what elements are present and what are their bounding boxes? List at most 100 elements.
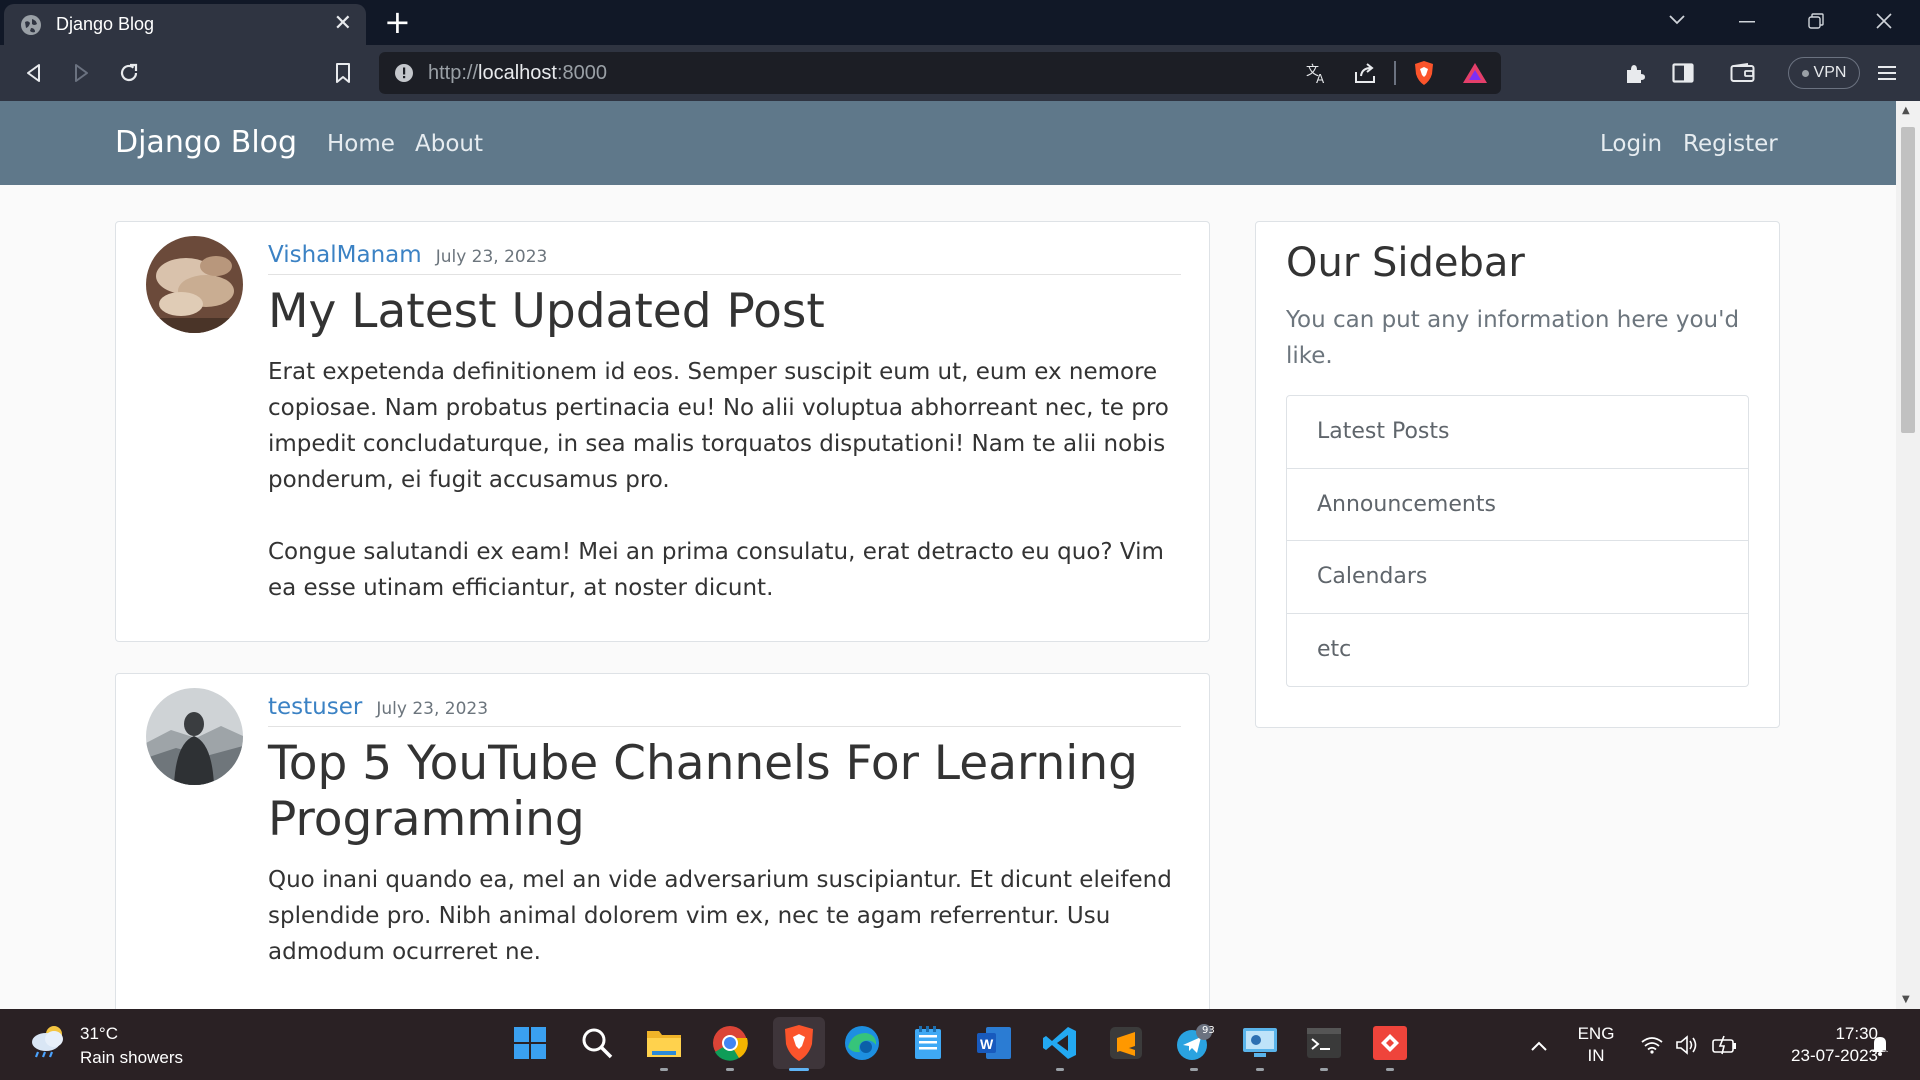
- author-avatar[interactable]: [146, 236, 243, 333]
- address-bar[interactable]: http://localhost:8000 文A: [379, 52, 1501, 94]
- nav-login-link[interactable]: Login: [1600, 131, 1662, 157]
- weather-temperature: 31°C: [80, 1024, 118, 1043]
- translate-icon[interactable]: 文A: [1305, 61, 1329, 85]
- omnibox-divider: [1394, 61, 1396, 85]
- close-tab-icon[interactable]: ✕: [334, 13, 352, 35]
- sidebar-list: Latest Posts Announcements Calendars etc: [1286, 395, 1749, 687]
- wifi-icon[interactable]: [1641, 1036, 1663, 1054]
- scroll-down-icon[interactable]: ▼: [1902, 994, 1910, 1005]
- telegram-icon[interactable]: 93: [1172, 1021, 1216, 1071]
- svg-text:W: W: [980, 1036, 994, 1052]
- clock-date: 23-07-2023: [1791, 1046, 1878, 1065]
- browser-tab[interactable]: Django Blog ✕: [4, 4, 366, 45]
- sidebar-toggle-icon[interactable]: [1668, 58, 1698, 88]
- tray-overflow-chevron-icon[interactable]: [1530, 1040, 1548, 1052]
- post-author-link[interactable]: testuser: [268, 694, 362, 720]
- svg-text:A: A: [1316, 72, 1325, 85]
- vpn-button[interactable]: VPN: [1788, 57, 1860, 89]
- page-viewport: Django Blog Home About Login Register Vi…: [0, 101, 1920, 1009]
- sidebar-item-etc[interactable]: etc: [1287, 614, 1748, 687]
- app-running-indicator: [1386, 1068, 1394, 1071]
- sidebar-heading: Our Sidebar: [1286, 240, 1525, 286]
- forward-icon[interactable]: [66, 58, 96, 88]
- notepad-icon[interactable]: [906, 1021, 950, 1065]
- sidebar-item-calendars[interactable]: Calendars: [1287, 541, 1748, 614]
- scrollbar-thumb[interactable]: [1901, 127, 1915, 433]
- new-tab-icon[interactable]: +: [384, 6, 411, 38]
- reload-icon[interactable]: [114, 58, 144, 88]
- browser-tab-strip: Django Blog ✕ +: [0, 0, 1920, 45]
- terminal-icon[interactable]: [1302, 1021, 1346, 1071]
- start-icon[interactable]: [508, 1021, 552, 1065]
- site-brand[interactable]: Django Blog: [115, 125, 297, 160]
- author-avatar[interactable]: [146, 688, 243, 785]
- site-navbar: Django Blog Home About Login Register: [0, 101, 1896, 185]
- language-indicator[interactable]: ENG IN: [1576, 1023, 1616, 1067]
- brave-shields-icon[interactable]: [1412, 60, 1436, 86]
- notification-bell-icon[interactable]: z: [1868, 1033, 1892, 1057]
- post-meta: VishalManam July 23, 2023: [268, 242, 1181, 275]
- nav-register-link[interactable]: Register: [1683, 131, 1778, 157]
- wallet-icon[interactable]: [1728, 58, 1758, 88]
- globe-icon: [21, 14, 41, 35]
- post-meta: testuser July 23, 2023: [268, 694, 1181, 727]
- weather-widget[interactable]: 31°C Rain showers: [28, 1022, 183, 1070]
- tab-search-chevron-icon[interactable]: [1668, 14, 1686, 26]
- minimize-icon[interactable]: [1739, 21, 1755, 23]
- word-icon[interactable]: W: [972, 1021, 1016, 1065]
- post-card: VishalManam July 23, 2023 My Latest Updat…: [115, 221, 1210, 642]
- sidebar-card: Our Sidebar You can put any information …: [1255, 221, 1780, 728]
- page-scrollbar[interactable]: ▲ ▼: [1896, 101, 1920, 1009]
- post-paragraph: Congue salutandi ex eam! Mei an prima co…: [268, 539, 1164, 601]
- post-card: testuser July 23, 2023 Top 5 YouTube Chan…: [115, 673, 1210, 1009]
- scroll-up-icon[interactable]: ▲: [1902, 105, 1910, 116]
- post-title[interactable]: Top 5 YouTube Channels For Learning Prog…: [268, 736, 1181, 848]
- nav-about-link[interactable]: About: [415, 131, 483, 157]
- post-content: Quo inani quando ea, mel an vide adversa…: [268, 862, 1181, 970]
- post-date: July 23, 2023: [435, 247, 548, 267]
- file-explorer-icon[interactable]: [642, 1021, 686, 1071]
- post-content: Erat expetenda definitionem id eos. Semp…: [268, 354, 1181, 606]
- clock[interactable]: 17:30 23-07-2023: [1758, 1023, 1878, 1067]
- back-icon[interactable]: [19, 58, 49, 88]
- clock-time: 17:30: [1835, 1024, 1878, 1043]
- app-running-indicator: [726, 1068, 734, 1071]
- brave-rewards-icon[interactable]: [1462, 62, 1488, 84]
- close-window-icon[interactable]: [1876, 13, 1892, 29]
- post-author-link[interactable]: VishalManam: [268, 242, 422, 268]
- site-info-icon[interactable]: [394, 63, 414, 83]
- browser-toolbar: http://localhost:8000 文A VPN: [0, 45, 1920, 101]
- sidebar-item-latest-posts[interactable]: Latest Posts: [1287, 396, 1748, 469]
- chrome-icon[interactable]: [708, 1021, 752, 1071]
- battery-icon[interactable]: [1712, 1035, 1738, 1055]
- remote-desktop-icon[interactable]: [1238, 1021, 1282, 1071]
- post-paragraph: Quo inani quando ea, mel an vide adversa…: [268, 867, 1172, 965]
- vpn-status-dot: [1801, 69, 1809, 77]
- anydesk-icon[interactable]: [1368, 1021, 1412, 1071]
- vscode-icon[interactable]: [1038, 1021, 1082, 1071]
- vpn-label: VPN: [1813, 64, 1847, 81]
- volume-icon[interactable]: [1675, 1035, 1699, 1055]
- app-running-indicator: [1256, 1068, 1264, 1071]
- nav-home-link[interactable]: Home: [327, 131, 395, 157]
- url-text: http://localhost:8000: [428, 62, 608, 84]
- taskbar: 31°C Rain showers W 93 ENG IN 17:30 23-0…: [0, 1009, 1920, 1080]
- app-running-indicator: [1190, 1068, 1198, 1071]
- menu-icon[interactable]: [1872, 58, 1902, 88]
- post-date: July 23, 2023: [376, 699, 489, 719]
- search-icon[interactable]: [575, 1021, 619, 1065]
- language-code: ENG: [1577, 1024, 1615, 1043]
- rain-cloud-icon: [32, 1026, 63, 1058]
- sublime-text-icon[interactable]: [1104, 1021, 1148, 1065]
- brave-taskbar-icon[interactable]: [773, 1017, 825, 1071]
- telegram-unread-badge: 93: [1202, 1025, 1215, 1036]
- post-paragraph: Erat expetenda definitionem id eos. Semp…: [268, 359, 1169, 493]
- svg-text:z: z: [1882, 1048, 1887, 1057]
- sidebar-item-announcements[interactable]: Announcements: [1287, 469, 1748, 541]
- bookmark-icon[interactable]: [328, 58, 358, 88]
- share-icon[interactable]: [1354, 62, 1378, 84]
- extensions-icon[interactable]: [1620, 58, 1650, 88]
- restore-icon[interactable]: [1808, 13, 1824, 29]
- post-title[interactable]: My Latest Updated Post: [268, 284, 1181, 340]
- edge-icon[interactable]: [840, 1021, 884, 1065]
